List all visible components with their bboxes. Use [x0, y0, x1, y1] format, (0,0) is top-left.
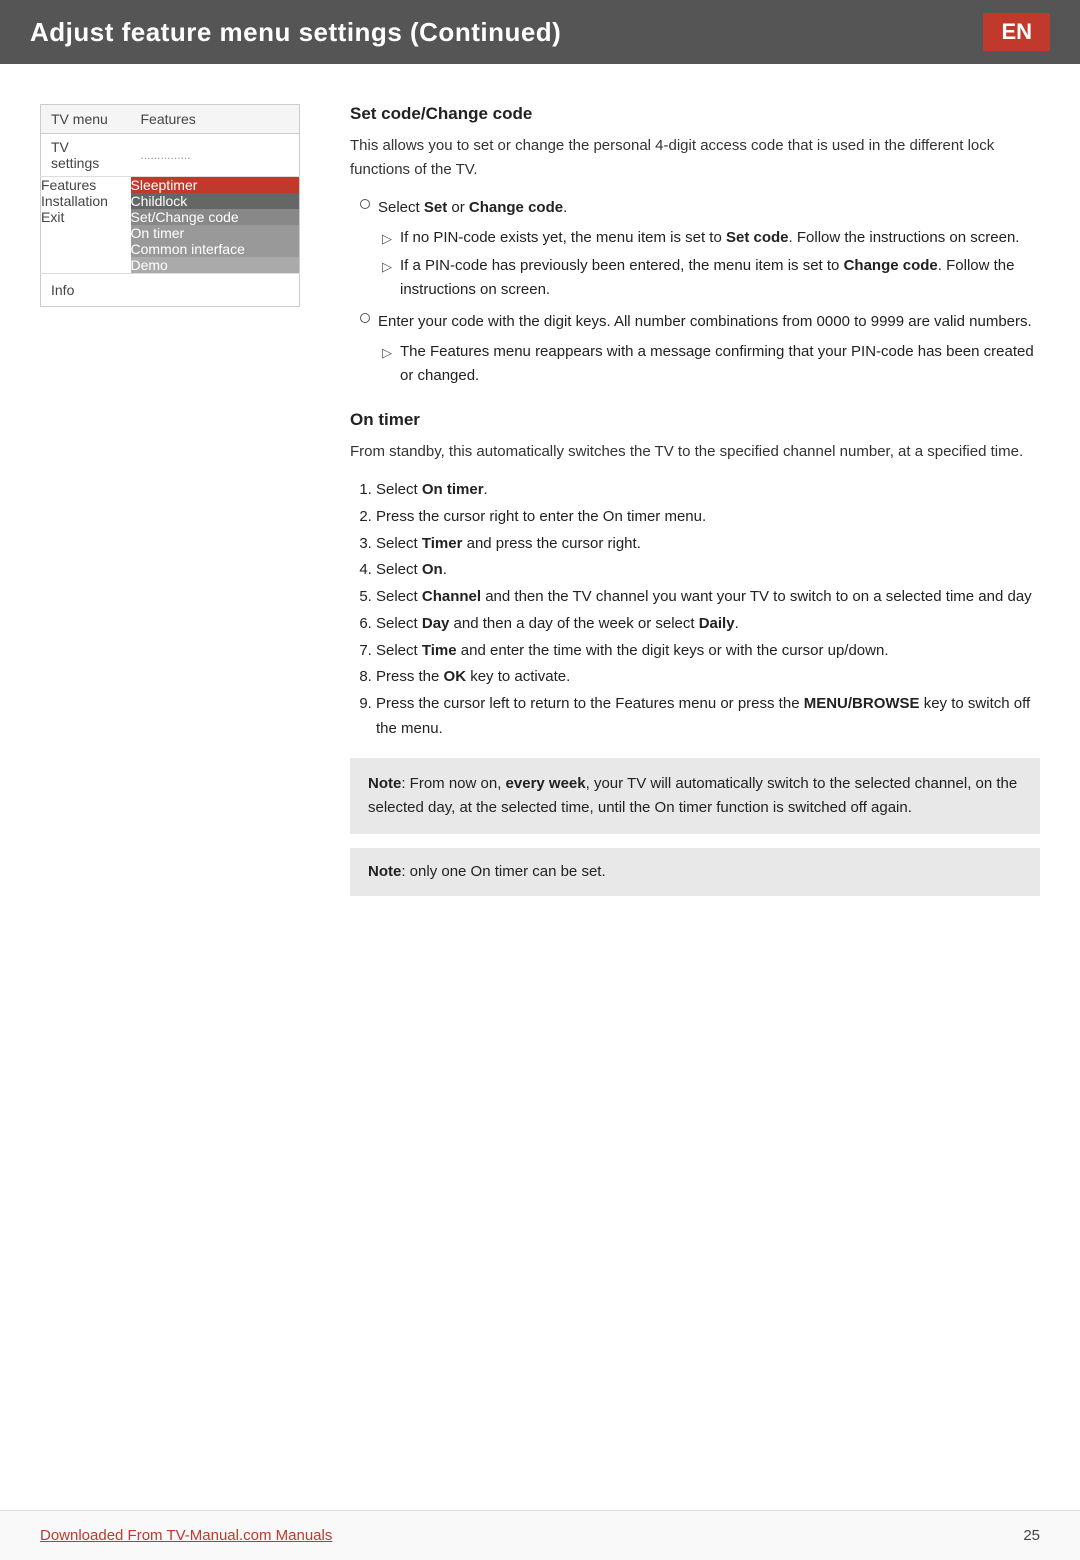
ontimer-steps-list: Select On timer. Press the cursor right … — [376, 478, 1040, 742]
step-8: Press the OK key to activate. — [376, 665, 1040, 690]
menu-row-demo: Demo — [41, 257, 300, 274]
bullet-circle-icon2 — [360, 313, 370, 323]
menu-left-installation: Installation — [41, 193, 131, 209]
sub-bullet-haspincode-text: If a PIN-code has previously been entere… — [400, 254, 1040, 302]
menu-left-blank2 — [41, 241, 131, 257]
note-box-oneonly: Note: only one On timer can be set. — [350, 848, 1040, 896]
menu-row-ontimer: On timer — [41, 225, 300, 241]
tv-settings-label: TV settings — [41, 134, 131, 177]
note1-text: Note: From now on, every week, your TV w… — [368, 775, 1017, 816]
menu-right-setchangecode: Set/Change code — [131, 209, 300, 225]
step-9: Press the cursor left to return to the F… — [376, 692, 1040, 742]
sub-bullet-arrow2: ▷ — [382, 257, 392, 278]
menu-row-installation-childlock: Installation Childlock — [41, 193, 300, 209]
section-setcode-intro: This allows you to set or change the per… — [350, 134, 1040, 182]
tv-menu-table: TV menu Features TV settings ...........… — [40, 104, 300, 307]
menu-row-exit-setchangecode: Exit Set/Change code — [41, 209, 300, 225]
left-panel: TV menu Features TV settings ...........… — [40, 104, 300, 1470]
bullet-select-set-text: Select Set or Change code. — [378, 196, 567, 220]
menu-left-blank3 — [41, 257, 131, 274]
sub-bullet-reappears: ▷ The Features menu reappears with a mes… — [382, 340, 1040, 388]
section-ontimer-title: On timer — [350, 410, 1040, 430]
footer-link[interactable]: Downloaded From TV-Manual.com Manuals — [40, 1527, 332, 1544]
page-title: Adjust feature menu settings (Continued) — [30, 17, 561, 48]
menu-right-sleeptimer: Sleeptimer — [131, 177, 300, 194]
page-body: TV menu Features TV settings ...........… — [0, 64, 1080, 1510]
bullet-enter-code-text: Enter your code with the digit keys. All… — [378, 310, 1032, 334]
sub-bullet-nopincode-text: If no PIN-code exists yet, the menu item… — [400, 226, 1019, 250]
tv-settings-row: TV settings ............... — [41, 134, 300, 177]
menu-info-label: Info — [41, 274, 300, 307]
menu-left-exit: Exit — [41, 209, 131, 225]
section-ontimer: On timer From standby, this automaticall… — [350, 410, 1040, 896]
step-4: Select On. — [376, 558, 1040, 583]
menu-right-ontimer: On timer — [131, 225, 300, 241]
page-number: 25 — [1023, 1527, 1040, 1544]
sub-bullet-nopincode: ▷ If no PIN-code exists yet, the menu it… — [382, 226, 1040, 250]
menu-info-row: Info — [41, 274, 300, 307]
right-panel: Set code/Change code This allows you to … — [340, 104, 1040, 1470]
step-6: Select Day and then a day of the week or… — [376, 612, 1040, 637]
menu-header-row: TV menu Features — [41, 105, 300, 134]
bullet-select-set: Select Set or Change code. — [360, 196, 1040, 220]
page-header: Adjust feature menu settings (Continued)… — [0, 0, 1080, 64]
note-box-everyweek: Note: From now on, every week, your TV w… — [350, 758, 1040, 834]
section-setcode: Set code/Change code This allows you to … — [350, 104, 1040, 388]
sub-bullet-arrow1: ▷ — [382, 229, 392, 250]
sub-bullet-arrow3: ▷ — [382, 343, 392, 364]
menu-right-demo: Demo — [131, 257, 300, 274]
sub-bullet-haspincode: ▷ If a PIN-code has previously been ente… — [382, 254, 1040, 302]
menu-row-commoninterface: Common interface — [41, 241, 300, 257]
sub-bullet-reappears-text: The Features menu reappears with a messa… — [400, 340, 1040, 388]
page-footer: Downloaded From TV-Manual.com Manuals 25 — [0, 1510, 1080, 1560]
step-3: Select Timer and press the cursor right. — [376, 532, 1040, 557]
bullet-enter-code: Enter your code with the digit keys. All… — [360, 310, 1040, 334]
language-badge: EN — [983, 13, 1050, 51]
step-5: Select Channel and then the TV channel y… — [376, 585, 1040, 610]
menu-row-features-sleeptimer: Features Sleeptimer — [41, 177, 300, 194]
section-ontimer-intro: From standby, this automatically switche… — [350, 440, 1040, 464]
step-2: Press the cursor right to enter the On t… — [376, 505, 1040, 530]
menu-left-features: Features — [41, 177, 131, 194]
step-1: Select On timer. — [376, 478, 1040, 503]
menu-col1-header: TV menu — [41, 105, 131, 134]
menu-col2-header: Features — [131, 105, 300, 134]
menu-right-commoninterface: Common interface — [131, 241, 300, 257]
tv-settings-dots: ............... — [131, 134, 300, 177]
note2-text: Note: only one On timer can be set. — [368, 863, 606, 880]
section-setcode-title: Set code/Change code — [350, 104, 1040, 124]
menu-left-blank1 — [41, 225, 131, 241]
bullet-circle-icon — [360, 199, 370, 209]
menu-right-childlock: Childlock — [131, 193, 300, 209]
step-7: Select Time and enter the time with the … — [376, 639, 1040, 664]
